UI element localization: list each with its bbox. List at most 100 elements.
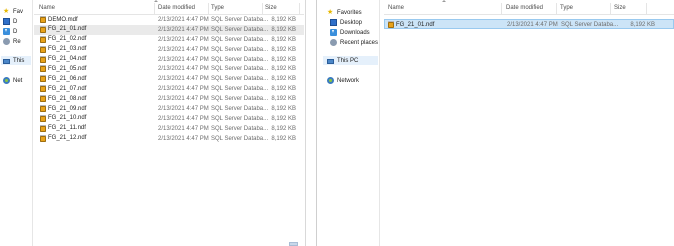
- nav-network[interactable]: Network: [327, 76, 359, 85]
- file-name-cell: FG_21_02.ndf: [40, 35, 86, 43]
- nav-recent-label: Re: [13, 38, 21, 45]
- column-date-modified[interactable]: Date modified: [158, 5, 195, 11]
- file-row[interactable]: FG_21_01.ndf 2/13/2021 4:47 PM SQL Server …: [34, 24, 304, 35]
- file-size: 8,192 KB: [271, 66, 296, 73]
- file-row[interactable]: FG_21_11.ndf 2/13/2021 4:47 PM SQL Server …: [34, 124, 304, 134]
- file-size: 8,192 KB: [271, 36, 296, 43]
- nav-recent[interactable]: Recent places: [330, 38, 378, 47]
- file-type: SQL Server Databa...: [211, 76, 269, 83]
- file-row[interactable]: FG_21_05.ndf 2/13/2021 4:47 PM SQL Server …: [34, 64, 304, 74]
- database-file-icon: [40, 16, 46, 23]
- file-date-modified: 2/13/2021 4:47 PM: [158, 17, 209, 23]
- column-header: Name Date modified Type Size: [384, 0, 674, 15]
- column-type[interactable]: Type: [211, 5, 224, 11]
- file-name: FG_21_01.ndf: [396, 21, 435, 28]
- column-divider[interactable]: [208, 3, 209, 15]
- nav-this-pc-label: This: [13, 57, 25, 64]
- file-row[interactable]: FG_21_02.ndf 2/13/2021 4:47 PM SQL Server …: [34, 35, 304, 45]
- file-name: FG_21_04.ndf: [48, 56, 87, 63]
- window-divider[interactable]: [305, 0, 317, 246]
- file-row[interactable]: FG_21_08.ndf 2/13/2021 4:47 PM SQL Server …: [34, 94, 304, 104]
- file-name: FG_21_01.ndf: [48, 26, 87, 33]
- file-row[interactable]: FG_21_12.ndf 2/13/2021 4:47 PM SQL Server …: [34, 134, 304, 144]
- file-date-modified: 2/13/2021 4:47 PM: [158, 36, 209, 43]
- desktop-icon: [3, 18, 10, 25]
- column-size[interactable]: Size: [265, 5, 277, 11]
- sort-ascending-icon: [442, 0, 446, 2]
- file-row[interactable]: FG_21_01.ndf 2/13/2021 4:47 PM SQL Server …: [384, 19, 674, 29]
- file-list: Name Date modified Type Size FG_21_01.nd…: [384, 0, 674, 29]
- file-name-cell: FG_21_11.ndf: [40, 124, 86, 132]
- recent-places-icon: [330, 39, 337, 46]
- column-name[interactable]: Name: [39, 5, 55, 11]
- column-date-modified[interactable]: Date modified: [506, 5, 543, 11]
- file-date-modified: 2/13/2021 4:47 PM: [158, 96, 209, 103]
- column-name[interactable]: Name: [388, 5, 404, 11]
- file-rows: FG_21_01.ndf 2/13/2021 4:47 PM SQL Server …: [384, 19, 674, 29]
- nav-favorites[interactable]: ★ Fav: [3, 7, 23, 16]
- nav-recent-label: Recent places: [340, 39, 379, 46]
- network-icon: [3, 77, 10, 84]
- nav-downloads[interactable]: D: [3, 27, 17, 36]
- nav-desktop-label: D: [13, 18, 18, 25]
- file-date-modified: 2/13/2021 4:47 PM: [158, 125, 209, 132]
- nav-network[interactable]: Net: [3, 76, 22, 85]
- file-size: 8,192 KB: [271, 17, 296, 23]
- file-type: SQL Server Databa...: [211, 36, 269, 43]
- file-row[interactable]: FG_21_10.ndf 2/13/2021 4:47 PM SQL Server …: [34, 114, 304, 124]
- file-size: 8,192 KB: [271, 46, 296, 53]
- column-divider[interactable]: [154, 3, 155, 15]
- database-file-icon: [40, 85, 46, 93]
- file-row[interactable]: FG_21_06.ndf 2/13/2021 4:47 PM SQL Server …: [34, 74, 304, 84]
- file-type: SQL Server Databa...: [561, 22, 619, 28]
- file-size: 8,192 KB: [271, 135, 296, 142]
- file-date-modified: 2/13/2021 4:47 PM: [158, 66, 209, 73]
- column-divider[interactable]: [299, 3, 300, 15]
- file-type: SQL Server Databa...: [211, 17, 269, 23]
- file-type: SQL Server Databa...: [211, 125, 269, 132]
- file-type: SQL Server Databa...: [211, 26, 269, 33]
- nav-favorites[interactable]: ★ Favorites: [327, 8, 362, 17]
- nav-desktop[interactable]: D: [3, 17, 17, 26]
- file-name: FG_21_09.ndf: [48, 105, 87, 112]
- file-type: SQL Server Databa...: [211, 115, 269, 122]
- column-header: Name Date modified Type Size: [34, 0, 304, 15]
- nav-favorites-label: Favorites: [337, 9, 362, 16]
- nav-recent[interactable]: Re: [3, 37, 21, 46]
- desktop-icon: [330, 19, 337, 26]
- column-divider[interactable]: [610, 3, 611, 15]
- column-divider[interactable]: [556, 3, 557, 15]
- nav-desktop[interactable]: Desktop: [330, 18, 362, 27]
- column-divider[interactable]: [501, 3, 502, 15]
- file-date-modified: 2/13/2021 4:47 PM: [158, 106, 209, 113]
- nav-downloads[interactable]: Downloads: [330, 28, 370, 37]
- file-size: 8,192 KB: [271, 76, 296, 83]
- network-icon: [327, 77, 334, 84]
- file-size: 8,192 KB: [271, 106, 296, 113]
- file-name-cell: FG_21_08.ndf: [40, 95, 86, 103]
- file-name: FG_21_11.ndf: [48, 125, 86, 132]
- column-size[interactable]: Size: [614, 5, 626, 11]
- database-file-icon: [40, 45, 46, 53]
- file-date-modified: 2/13/2021 4:47 PM: [158, 135, 209, 142]
- file-name: FG_21_06.ndf: [48, 75, 87, 82]
- column-divider[interactable]: [646, 3, 647, 15]
- file-row[interactable]: FG_21_03.ndf 2/13/2021 4:47 PM SQL Server …: [34, 45, 304, 55]
- column-type[interactable]: Type: [560, 5, 573, 11]
- file-name: FG_21_07.ndf: [48, 85, 87, 92]
- star-icon: ★: [327, 9, 334, 16]
- nav-this-pc[interactable]: This PC: [323, 56, 378, 65]
- nav-this-pc[interactable]: This: [1, 56, 31, 65]
- file-row[interactable]: FG_21_09.ndf 2/13/2021 4:47 PM SQL Server …: [34, 104, 304, 114]
- download-icon: [330, 29, 337, 36]
- file-type: SQL Server Databa...: [211, 56, 269, 63]
- file-row[interactable]: DEMO.mdf 2/13/2021 4:47 PM SQL Server Data…: [34, 15, 304, 25]
- column-divider[interactable]: [262, 3, 263, 15]
- file-size: 8,192 KB: [271, 56, 296, 63]
- horizontal-scrollbar-thumb[interactable]: [289, 242, 298, 246]
- sort-ascending-icon: [154, 0, 158, 2]
- file-size: 8,192 KB: [271, 86, 296, 93]
- file-row[interactable]: FG_21_04.ndf 2/13/2021 4:47 PM SQL Server …: [34, 55, 304, 65]
- file-row[interactable]: FG_21_07.ndf 2/13/2021 4:47 PM SQL Server …: [34, 84, 304, 94]
- file-date-modified: 2/13/2021 4:47 PM: [158, 56, 209, 63]
